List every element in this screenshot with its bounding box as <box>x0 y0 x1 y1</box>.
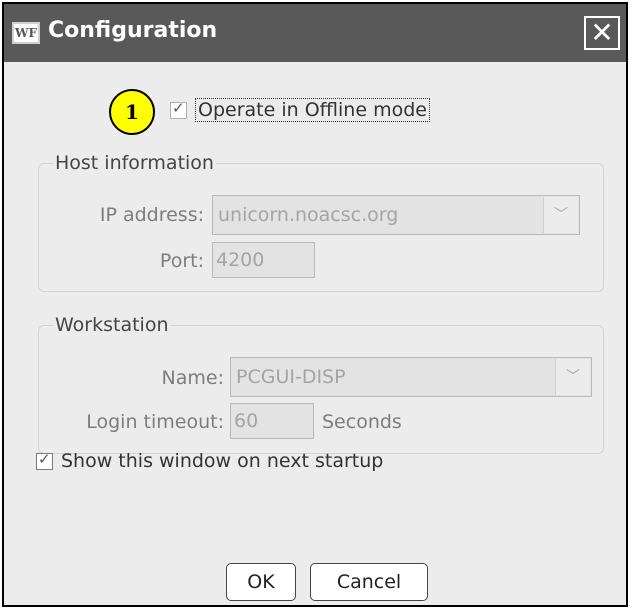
port-input[interactable]: 4200 <box>212 242 315 278</box>
offline-mode-label: Operate in Offline mode <box>195 98 430 122</box>
seconds-unit-label: Seconds <box>322 411 402 433</box>
workstation-name-label: Name: <box>161 367 224 389</box>
host-information-legend: Host information <box>55 152 214 174</box>
window-title: Configuration <box>48 18 218 43</box>
check-icon: ✓ <box>172 98 185 117</box>
ip-address-label: IP address: <box>99 204 204 226</box>
configuration-dialog: WF Configuration ✕ 1 ✓ Operate in Offlin… <box>2 2 628 607</box>
login-timeout-label: Login timeout: <box>86 411 224 433</box>
app-icon: WF <box>12 22 40 44</box>
workstation-name-combo[interactable]: PCGUI-DISP ﹀ <box>230 357 592 397</box>
login-timeout-input[interactable]: 60 <box>230 403 314 439</box>
callout-badge: 1 <box>109 89 155 135</box>
port-label: Port: <box>159 250 204 272</box>
ip-address-value: unicorn.noacsc.org <box>218 204 399 226</box>
workstation-name-value: PCGUI-DISP <box>236 366 346 388</box>
show-on-startup-option[interactable]: ✓ Show this window on next startup <box>36 450 383 472</box>
cancel-button[interactable]: Cancel <box>310 563 428 601</box>
offline-mode-checkbox[interactable]: ✓ <box>170 98 187 119</box>
chevron-down-icon[interactable]: ﹀ <box>555 359 590 395</box>
dialog-body: 1 ✓ Operate in Offline mode Host informa… <box>4 62 626 605</box>
title-bar[interactable]: WF Configuration ✕ <box>4 4 626 62</box>
chevron-down-icon[interactable]: ﹀ <box>543 197 578 233</box>
close-icon: ✕ <box>590 16 614 49</box>
show-on-startup-checkbox[interactable]: ✓ <box>36 449 53 470</box>
workstation-legend: Workstation <box>55 314 169 336</box>
check-icon: ✓ <box>38 449 51 468</box>
ok-button[interactable]: OK <box>226 563 296 601</box>
close-button[interactable]: ✕ <box>584 16 620 50</box>
show-on-startup-label: Show this window on next startup <box>61 450 384 472</box>
offline-mode-option[interactable]: ✓ Operate in Offline mode <box>170 98 430 122</box>
ip-address-combo[interactable]: unicorn.noacsc.org ﹀ <box>212 195 580 235</box>
